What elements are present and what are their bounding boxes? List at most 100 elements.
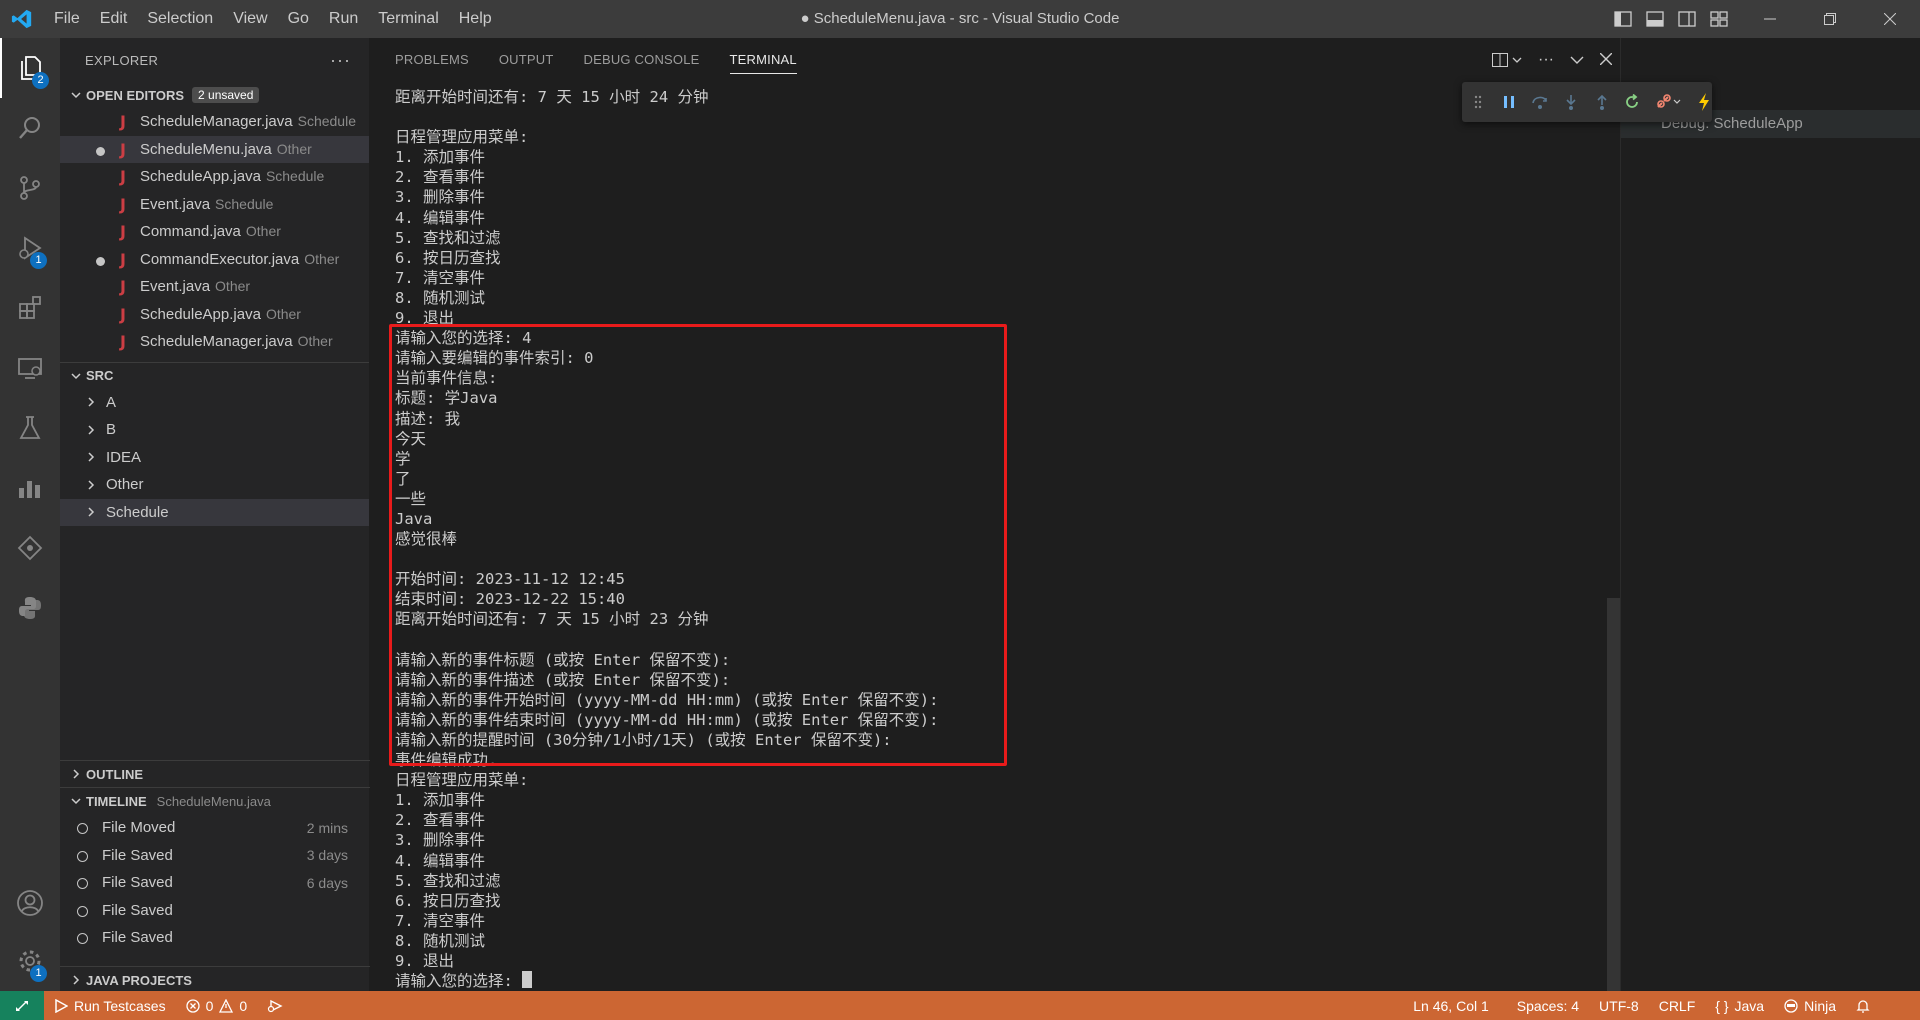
timeline-item[interactable]: File Moved 2 mins — [60, 814, 370, 842]
tab-debug-console[interactable]: DEBUG CONSOLE — [584, 38, 700, 82]
editor-file-name: CommandExecutor.java — [140, 250, 300, 268]
ninja-status[interactable]: Ninja — [1774, 991, 1846, 1020]
tab-problems[interactable]: PROBLEMS — [395, 38, 469, 82]
menu-selection[interactable]: Selection — [137, 0, 223, 38]
remote-indicator-icon[interactable] — [0, 991, 44, 1020]
file-encoding[interactable]: UTF-8 — [1589, 991, 1649, 1020]
run-debug-icon[interactable]: 1 — [0, 218, 60, 278]
modified-dot-icon[interactable] — [96, 146, 105, 156]
toggle-panel-icon[interactable] — [1644, 8, 1666, 30]
editor-file-name: ScheduleManager.java — [140, 333, 293, 351]
terminal-line: Java — [395, 509, 433, 528]
folder-item[interactable]: Other — [60, 471, 369, 499]
toggle-secondary-sidebar-icon[interactable] — [1676, 8, 1698, 30]
toggle-sidebar-icon[interactable] — [1612, 8, 1634, 30]
timeline-label-text: File Saved — [102, 846, 173, 864]
bar-chart-icon[interactable] — [0, 458, 60, 518]
menu-edit[interactable]: Edit — [90, 0, 138, 38]
warning-icon — [219, 998, 234, 1013]
terminal-output[interactable]: 距离开始时间还有: 7 天 15 小时 24 分钟 日程管理应用菜单: 1. 添… — [395, 87, 1575, 991]
restore-icon[interactable] — [1800, 0, 1860, 38]
disconnect-icon[interactable] — [1654, 93, 1681, 111]
timeline-item[interactable]: File Saved — [60, 897, 370, 925]
close-window-icon[interactable] — [1860, 0, 1920, 38]
panel-actions: ··· — [1492, 38, 1613, 82]
split-terminal-icon[interactable] — [1492, 53, 1522, 67]
open-editors-header[interactable]: OPEN EDITORS 2 unsaved — [60, 82, 369, 108]
folder-item[interactable]: Schedule — [60, 498, 369, 526]
folder-item[interactable]: A — [60, 389, 369, 417]
chevron-down-icon[interactable] — [1570, 52, 1584, 69]
drag-handle-icon[interactable] — [1470, 93, 1486, 111]
open-editor-item[interactable]: J Event.java Schedule — [60, 191, 369, 219]
step-out-icon[interactable] — [1593, 93, 1609, 111]
tab-output[interactable]: OUTPUT — [499, 38, 554, 82]
folder-item[interactable]: B — [60, 416, 369, 444]
open-editor-item[interactable]: J Command.java Other — [60, 218, 369, 246]
source-control-icon[interactable] — [0, 158, 60, 218]
close-icon[interactable] — [1599, 52, 1613, 69]
open-editor-item[interactable]: J Event.java Other — [60, 273, 369, 301]
menu-file[interactable]: File — [44, 0, 90, 38]
hot-reload-icon[interactable] — [1696, 93, 1712, 111]
sidebar-title: EXPLORER — [85, 52, 159, 68]
notifications-icon[interactable] — [1846, 991, 1880, 1020]
terminal-line: 标题: 学Java — [395, 389, 498, 408]
pause-icon[interactable] — [1500, 93, 1516, 111]
open-editor-item[interactable]: J CommandExecutor.java Other — [60, 246, 369, 274]
timeline-item[interactable]: File Saved 3 days — [60, 842, 370, 870]
explorer-icon[interactable]: 2 — [0, 38, 60, 98]
extensions-icon[interactable] — [0, 278, 60, 338]
open-editor-item[interactable]: J ScheduleApp.java Schedule — [60, 163, 369, 191]
menu-terminal[interactable]: Terminal — [368, 0, 448, 38]
account-icon[interactable] — [0, 873, 60, 933]
restart-icon[interactable] — [1624, 93, 1640, 111]
timeline-header[interactable]: TIMELINE ScheduleMenu.java — [60, 788, 370, 814]
line-endings[interactable]: CRLF — [1649, 991, 1706, 1020]
customize-layout-icon[interactable] — [1708, 8, 1730, 30]
search-icon[interactable] — [0, 98, 60, 158]
debug-launch-icon[interactable] — [257, 991, 293, 1020]
src-folder-header[interactable]: SRC — [60, 363, 369, 389]
more-actions-icon[interactable]: ··· — [330, 50, 351, 71]
terminal-line: 2. 查看事件 — [395, 168, 485, 187]
menu-view[interactable]: View — [223, 0, 277, 38]
menu-help[interactable]: Help — [449, 0, 502, 38]
timeline-item[interactable]: File Saved 6 days — [60, 869, 370, 897]
indentation[interactable]: Spaces: 4 — [1507, 991, 1589, 1020]
open-editor-item[interactable]: J ScheduleManager.java Schedule — [60, 108, 369, 136]
remote-explorer-icon[interactable] — [0, 338, 60, 398]
timeline-item[interactable]: File Saved — [60, 924, 370, 952]
step-over-icon[interactable] — [1531, 93, 1549, 111]
menu-go[interactable]: Go — [278, 0, 319, 38]
run-testcases-button[interactable]: Run Testcases — [44, 991, 176, 1020]
more-actions-icon[interactable]: ··· — [1538, 51, 1554, 69]
open-editor-item[interactable]: J ScheduleManager.java Other — [60, 328, 369, 356]
modified-dot-icon[interactable] — [96, 256, 105, 266]
outline-header[interactable]: OUTLINE — [60, 761, 370, 787]
step-into-icon[interactable] — [1563, 93, 1579, 111]
open-editor-item[interactable]: J ScheduleMenu.java Other — [60, 135, 369, 163]
chevron-right-icon — [82, 397, 100, 407]
editor-file-dir: Other — [215, 278, 251, 295]
folder-item[interactable]: IDEA — [60, 444, 369, 472]
chevron-right-icon — [82, 480, 100, 490]
open-editor-item[interactable]: J ScheduleApp.java Other — [60, 301, 369, 329]
git-graph-icon[interactable] — [0, 518, 60, 578]
timeline-label-text: File Saved — [102, 901, 173, 919]
terminal-scrollbar[interactable] — [1607, 598, 1620, 991]
chevron-right-icon — [66, 769, 86, 779]
ninja-icon — [1784, 998, 1798, 1013]
language-mode[interactable]: { } Java — [1705, 991, 1774, 1020]
testing-icon[interactable] — [0, 398, 60, 458]
editor-file-dir: Other — [297, 333, 333, 350]
java-projects-header[interactable]: JAVA PROJECTS — [60, 967, 370, 993]
python-icon[interactable] — [0, 578, 60, 638]
cursor-position[interactable]: Ln 46, Col 1 — [1403, 991, 1499, 1020]
language-label: Java — [1734, 997, 1765, 1014]
menu-run[interactable]: Run — [319, 0, 368, 38]
gear-icon[interactable]: 1 — [0, 931, 60, 991]
tab-terminal[interactable]: TERMINAL — [729, 38, 798, 82]
minimize-icon[interactable] — [1740, 0, 1800, 38]
problems-indicator[interactable]: 0 0 — [176, 991, 258, 1020]
